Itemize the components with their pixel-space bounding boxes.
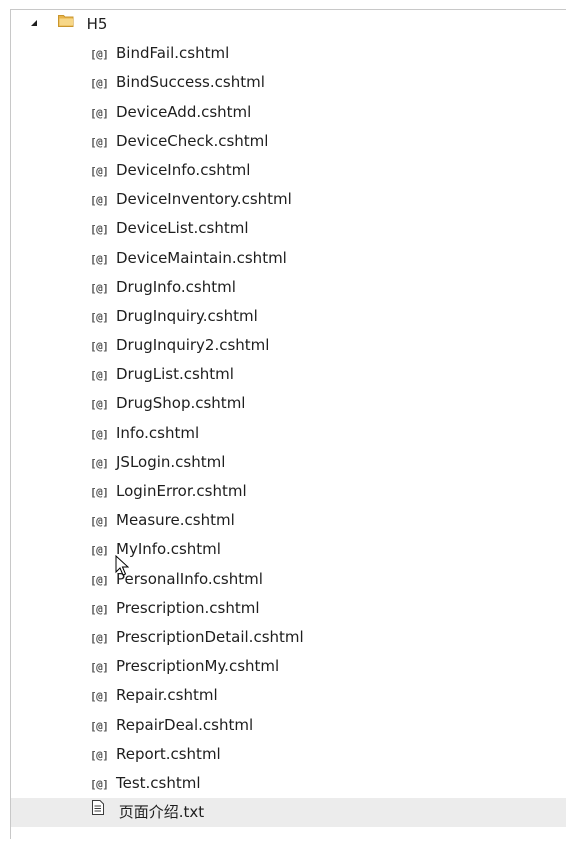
tree-item-cshtml[interactable]: [@] Report.cshtml bbox=[11, 740, 566, 769]
file-label: PersonalInfo.cshtml bbox=[116, 569, 263, 588]
tree-item-cshtml[interactable]: [@] Info.cshtml bbox=[11, 419, 566, 448]
razor-file-icon: [@] bbox=[90, 223, 109, 237]
file-label: DeviceInfo.cshtml bbox=[116, 160, 251, 179]
file-label: DrugInfo.cshtml bbox=[116, 277, 236, 296]
tree-item-cshtml[interactable]: [@] DeviceAdd.cshtml bbox=[11, 98, 566, 127]
tree-item-cshtml[interactable]: [@] DrugShop.cshtml bbox=[11, 389, 566, 418]
tree-item-cshtml[interactable]: [@] RepairDeal.cshtml bbox=[11, 711, 566, 740]
razor-file-icon: [@] bbox=[90, 252, 109, 266]
tree-item-cshtml[interactable]: [@] Prescription.cshtml bbox=[11, 594, 566, 623]
tree-item-cshtml[interactable]: [@] LoginError.cshtml bbox=[11, 477, 566, 506]
solution-explorer-tree: H5 [@] BindFail.cshtml [@] BindSuccess.csht… bbox=[10, 9, 566, 839]
razor-file-icon: [@] bbox=[90, 340, 109, 354]
file-label: LoginError.cshtml bbox=[116, 482, 247, 500]
file-label: DrugInquiry.cshtml bbox=[116, 306, 258, 325]
razor-file-icon: [@] bbox=[90, 369, 109, 383]
razor-file-icon: [@] bbox=[90, 398, 109, 412]
razor-file-icon: [@] bbox=[90, 106, 109, 120]
tree-item-cshtml[interactable]: [@] PrescriptionMy.cshtml bbox=[11, 652, 566, 681]
expand-arrow-icon[interactable] bbox=[31, 19, 37, 26]
tree-item-cshtml[interactable]: [@] Repair.cshtml bbox=[11, 681, 566, 710]
razor-file-icon: [@] bbox=[90, 77, 109, 91]
razor-file-icon: [@] bbox=[90, 748, 109, 762]
tree-item-cshtml[interactable]: [@] DrugInquiry2.cshtml bbox=[11, 331, 566, 360]
tree-item-cshtml[interactable]: [@] MyInfo.cshtml bbox=[11, 535, 566, 564]
tree-item-cshtml[interactable]: [@] BindFail.cshtml bbox=[11, 39, 566, 68]
razor-file-icon: [@] bbox=[90, 164, 109, 178]
file-label: PrescriptionDetail.cshtml bbox=[116, 627, 304, 646]
razor-file-icon: [@] bbox=[90, 310, 109, 324]
razor-file-icon: [@] bbox=[90, 135, 109, 149]
tree-item-cshtml[interactable]: [@] DrugList.cshtml bbox=[11, 360, 566, 389]
folder-node-h5[interactable]: H5 bbox=[11, 10, 566, 39]
tree-item-cshtml[interactable]: [@] JSLogin.cshtml bbox=[11, 448, 566, 477]
file-label: Report.cshtml bbox=[116, 744, 221, 763]
folder-label: H5 bbox=[86, 15, 108, 34]
tree-item-cshtml[interactable]: [@] DeviceInventory.cshtml bbox=[11, 185, 566, 214]
razor-file-icon: [@] bbox=[90, 690, 109, 704]
razor-file-icon: [@] bbox=[90, 719, 109, 733]
tree-item-cshtml[interactable]: [@] Measure.cshtml bbox=[11, 506, 566, 535]
razor-file-icon: [@] bbox=[90, 777, 109, 791]
text-file-label: 页面介绍.txt bbox=[118, 803, 205, 822]
razor-file-icon: [@] bbox=[90, 194, 109, 208]
razor-file-icon: [@] bbox=[90, 281, 109, 295]
file-label: BindFail.cshtml bbox=[116, 44, 230, 63]
file-label: DeviceAdd.cshtml bbox=[116, 102, 252, 121]
tree-item-cshtml[interactable]: [@] Test.cshtml bbox=[11, 769, 566, 798]
file-label: DrugInquiry2.cshtml bbox=[116, 336, 270, 355]
tree-item-cshtml[interactable]: [@] DeviceMaintain.cshtml bbox=[11, 244, 566, 273]
tree-item-text-file[interactable]: 页面介绍.txt bbox=[11, 796, 566, 828]
file-label: Repair.cshtml bbox=[116, 686, 218, 705]
file-list: [@] BindFail.cshtml [@] BindSuccess.cshtml[… bbox=[11, 39, 566, 798]
razor-file-icon: [@] bbox=[90, 456, 109, 470]
text-file-icon bbox=[92, 796, 104, 825]
razor-file-icon: [@] bbox=[90, 602, 109, 616]
folder-open-icon bbox=[57, 8, 75, 37]
razor-file-icon: [@] bbox=[90, 544, 109, 558]
file-label: DrugShop.cshtml bbox=[116, 394, 246, 413]
file-label: Measure.cshtml bbox=[116, 511, 235, 530]
file-label: PrescriptionMy.cshtml bbox=[116, 657, 280, 676]
file-label: DeviceMaintain.cshtml bbox=[116, 248, 287, 267]
file-label: MyInfo.cshtml bbox=[116, 540, 221, 559]
tree-item-cshtml[interactable]: [@] DeviceCheck.cshtml bbox=[11, 127, 566, 156]
file-label: Info.cshtml bbox=[116, 423, 200, 442]
razor-file-icon: [@] bbox=[90, 661, 109, 675]
file-label: DeviceInventory.cshtml bbox=[116, 190, 292, 209]
file-label: Prescription.cshtml bbox=[116, 598, 260, 617]
tree-item-cshtml[interactable]: [@] PrescriptionDetail.cshtml bbox=[11, 623, 566, 652]
tree-item-cshtml[interactable]: [@] DrugInfo.cshtml bbox=[11, 273, 566, 302]
razor-file-icon: [@] bbox=[90, 48, 109, 62]
tree-item-cshtml[interactable]: [@] DeviceInfo.cshtml bbox=[11, 156, 566, 185]
razor-file-icon: [@] bbox=[90, 427, 109, 441]
razor-file-icon: [@] bbox=[90, 486, 109, 499]
file-label: DrugList.cshtml bbox=[116, 365, 234, 384]
file-label: BindSuccess.cshtml bbox=[116, 73, 265, 92]
file-label: RepairDeal.cshtml bbox=[116, 715, 254, 734]
file-label: JSLogin.cshtml bbox=[116, 452, 226, 471]
razor-file-icon: [@] bbox=[90, 515, 109, 529]
file-label: DeviceList.cshtml bbox=[116, 219, 249, 238]
tree-item-cshtml[interactable]: [@] DeviceList.cshtml bbox=[11, 214, 566, 243]
file-label: Test.cshtml bbox=[116, 773, 201, 792]
file-label: DeviceCheck.cshtml bbox=[116, 131, 269, 150]
tree-item-cshtml[interactable]: [@] DrugInquiry.cshtml bbox=[11, 302, 566, 331]
tree-item-cshtml[interactable]: [@] PersonalInfo.cshtml bbox=[11, 565, 566, 594]
razor-file-icon: [@] bbox=[90, 573, 109, 587]
tree-item-cshtml[interactable]: [@] BindSuccess.cshtml bbox=[11, 68, 566, 97]
razor-file-icon: [@] bbox=[90, 631, 109, 645]
